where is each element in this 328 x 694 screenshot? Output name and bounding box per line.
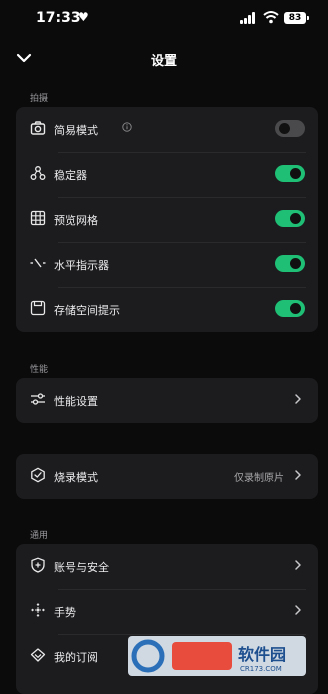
setting-label: 烧录模式 [54, 471, 98, 484]
status-bar: 17:33 ♥ 83 [0, 0, 328, 36]
gesture-icon [31, 603, 45, 617]
stabilizer-icon [30, 166, 46, 180]
setting-label: 预览网格 [54, 214, 98, 227]
status-time: 17:33 [36, 10, 81, 26]
grid-icon [30, 210, 46, 226]
signal-icon [240, 12, 258, 24]
setting-row-gesture[interactable]: 手势 [16, 589, 318, 634]
setting-label: 我的订阅 [54, 651, 98, 664]
setting-label: 稳定器 [54, 169, 87, 182]
info-icon[interactable] [122, 122, 132, 132]
battery-indicator: 83 [284, 12, 306, 24]
toggle-knob [279, 123, 290, 134]
setting-row-preview-grid[interactable]: 预览网格 [16, 197, 318, 242]
burn-mode-icon [31, 467, 45, 483]
watermark-text: 软件园 [238, 645, 286, 664]
section-label-performance: 性能 [30, 365, 49, 375]
setting-label: 简易模式 [54, 124, 98, 137]
chevron-right-icon [295, 560, 301, 570]
burn-mode-value: 仅录制原片 [234, 473, 284, 484]
toggle-knob [290, 303, 301, 314]
level-indicator-icon [30, 258, 46, 268]
setting-label: 水平指示器 [54, 259, 109, 272]
setting-row-burn-mode[interactable]: 烧录模式 仅录制原片 [16, 454, 318, 499]
stabilizer-toggle[interactable] [275, 165, 305, 182]
setting-row-simple-mode[interactable]: 简易模式 [16, 107, 318, 152]
setting-row-stabilizer[interactable]: 稳定器 [16, 152, 318, 197]
storage-hint-toggle[interactable] [275, 300, 305, 317]
setting-row-performance[interactable]: 性能设置 [16, 378, 318, 423]
preview-grid-toggle[interactable] [275, 210, 305, 227]
toggle-knob [290, 258, 301, 269]
camera-icon [30, 121, 46, 135]
subscription-icon [30, 648, 46, 662]
setting-row-storage-hint[interactable]: 存储空间提示 [16, 287, 318, 332]
chevron-right-icon [295, 394, 301, 404]
level-indicator-toggle[interactable] [275, 255, 305, 272]
watermark-logo: 软件园 CR173.COM [128, 636, 306, 676]
sliders-icon [31, 393, 45, 405]
setting-label: 账号与安全 [54, 561, 109, 574]
section-label-shooting: 拍摄 [30, 94, 49, 104]
chevron-right-icon [295, 470, 301, 480]
toggle-knob [290, 213, 301, 224]
nav-header: 设置 [0, 44, 328, 74]
wifi-icon [263, 11, 279, 24]
watermark-subtext: CR173.COM [240, 665, 282, 673]
setting-row-level-indicator[interactable]: 水平指示器 [16, 242, 318, 287]
performance-card: 性能设置 [16, 378, 318, 423]
page-title: 设置 [150, 54, 177, 69]
battery-tip [307, 16, 309, 20]
storage-icon [30, 300, 46, 316]
simple-mode-toggle[interactable] [275, 120, 305, 137]
chevron-right-icon [295, 605, 301, 615]
burn-mode-card: 烧录模式 仅录制原片 [16, 454, 318, 499]
setting-row-account-security[interactable]: 账号与安全 [16, 544, 318, 589]
toggle-knob [290, 168, 301, 179]
shooting-card: 简易模式 稳定器 预览网格 水平指示器 存储空间提示 [16, 107, 318, 332]
heart-icon: ♥ [78, 10, 89, 24]
setting-label: 手势 [54, 606, 76, 619]
setting-label: 性能设置 [54, 395, 98, 408]
section-label-general: 通用 [30, 531, 49, 541]
setting-label: 存储空间提示 [54, 304, 120, 317]
shield-icon [31, 557, 45, 573]
